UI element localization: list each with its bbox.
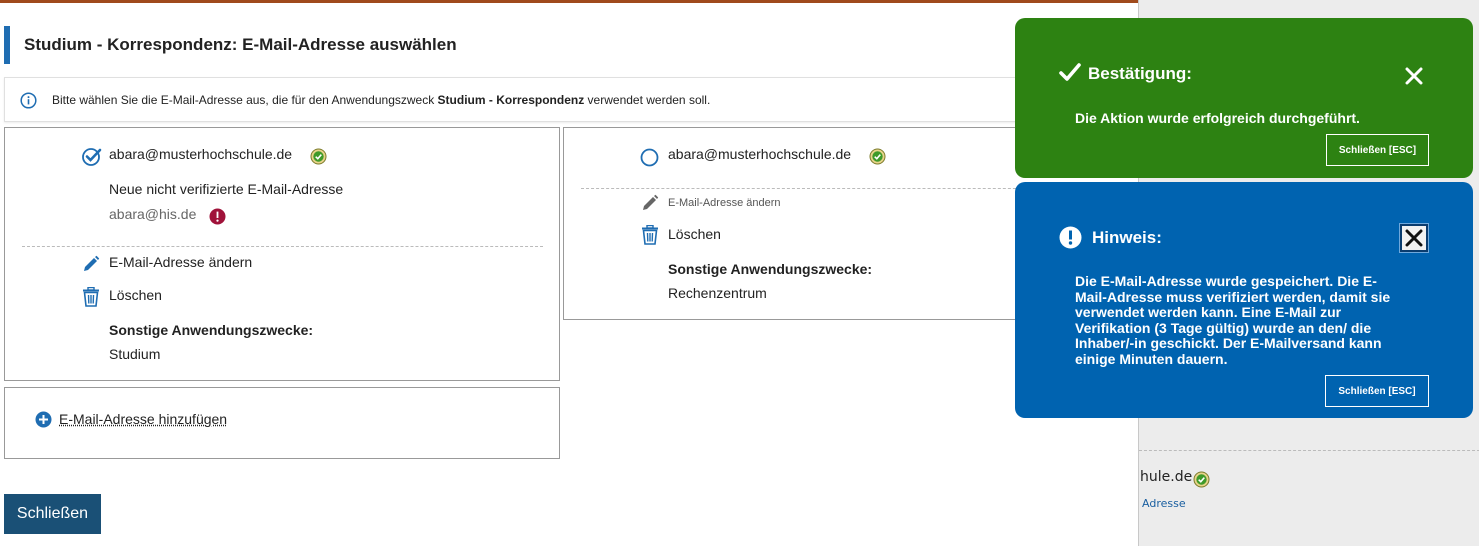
checkmark-icon [1059,63,1081,88]
info-message: Bitte wählen Sie die E-Mail-Adresse aus,… [4,77,1138,122]
exclamation-icon [1059,226,1082,254]
divider [22,246,543,247]
verified-icon [869,148,886,169]
verified-icon [1193,471,1210,492]
toast-message-line: Die E-Mail-Adresse wurde gespeichert. Di… [1075,273,1377,289]
add-email-link[interactable]: E-Mail-Adresse hinzufügen [59,411,227,427]
close-icon[interactable] [1399,223,1429,253]
toast-message: Die E-Mail-Adresse wurde gespeichert. Di… [1075,273,1391,367]
divider [581,188,1041,189]
info-text-prefix: Bitte wählen Sie die E-Mail-Adresse aus,… [52,93,438,107]
close-button[interactable]: Schließen [4,494,101,534]
toast-message-line: verwendet werden kann. Eine E-Mail zur [1075,304,1342,320]
delete-link[interactable]: Löschen [668,226,721,242]
other-purposes-value: Studium [109,346,161,362]
toast-close-button[interactable]: Schließen [ESC] [1325,375,1429,407]
background-email-fragment: hule.de [1140,469,1193,485]
close-icon[interactable] [1400,62,1428,90]
warning-icon [209,208,226,229]
email-card[interactable]: abara@musterhochschule.de Neue nicht ver… [4,127,560,381]
background-divider [1139,450,1479,451]
toast-message: Die Aktion wurde erfolgreich durchgeführ… [1075,110,1360,126]
add-email-card: E-Mail-Adresse hinzufügen [4,387,560,459]
verified-icon [310,148,327,169]
other-purposes-value: Rechenzentrum [668,285,767,301]
toast-close-button[interactable]: Schließen [ESC] [1326,134,1429,166]
toast-title: Bestätigung: [1088,64,1192,83]
dialog-title: Studium - Korrespondenz: E-Mail-Adresse … [24,35,457,54]
trash-icon[interactable] [82,286,100,311]
info-toast: Hinweis: Die E-Mail-Adresse wurde gespei… [1015,182,1473,418]
info-text-suffix: verwendet werden soll. [584,93,711,107]
edit-email-link[interactable]: E-Mail-Adresse ändern [109,254,252,270]
dialog-header: Studium - Korrespondenz: E-Mail-Adresse … [4,26,457,64]
toast-title: Hinweis: [1092,228,1162,247]
edit-icon[interactable] [82,255,100,277]
email-address: abara@musterhochschule.de [109,146,293,162]
toast-message-line: Inhaber/-in geschickt. Der E-Mailversand… [1075,335,1382,351]
unverified-label: Neue nicht verifizierte E-Mail-Adresse [109,181,344,197]
info-icon [20,92,37,113]
edit-icon [641,194,659,216]
other-purposes-label: Sonstige Anwendungszwecke: [109,322,314,338]
delete-link[interactable]: Löschen [109,287,162,303]
trash-icon[interactable] [641,224,659,249]
selected-check-icon[interactable] [81,146,102,171]
toast-message-line: Mail-Adresse muss verifiziert werden, da… [1075,288,1391,305]
toast-message-line: Verifikation (3 Tage gültig) wurde an de… [1075,319,1372,336]
toast-message-line: einige Minuten dauern. [1075,350,1228,367]
email-select-dialog: Studium - Korrespondenz: E-Mail-Adresse … [0,3,1138,546]
info-text: Bitte wählen Sie die E-Mail-Adresse aus,… [52,93,710,107]
unverified-email: abara@his.de [109,206,197,222]
plus-circle-icon[interactable] [35,411,52,432]
success-toast: Bestätigung: Die Aktion wurde erfolgreic… [1015,18,1473,178]
edit-email-link: E-Mail-Adresse ändern [668,197,781,209]
other-purposes-label: Sonstige Anwendungszwecke: [668,261,873,277]
email-address: abara@musterhochschule.de [668,146,852,162]
info-text-purpose: Studium - Korrespondenz [437,93,585,107]
background-link-fragment[interactable]: Adresse [1142,497,1186,510]
radio-unselected-icon[interactable] [640,148,659,171]
